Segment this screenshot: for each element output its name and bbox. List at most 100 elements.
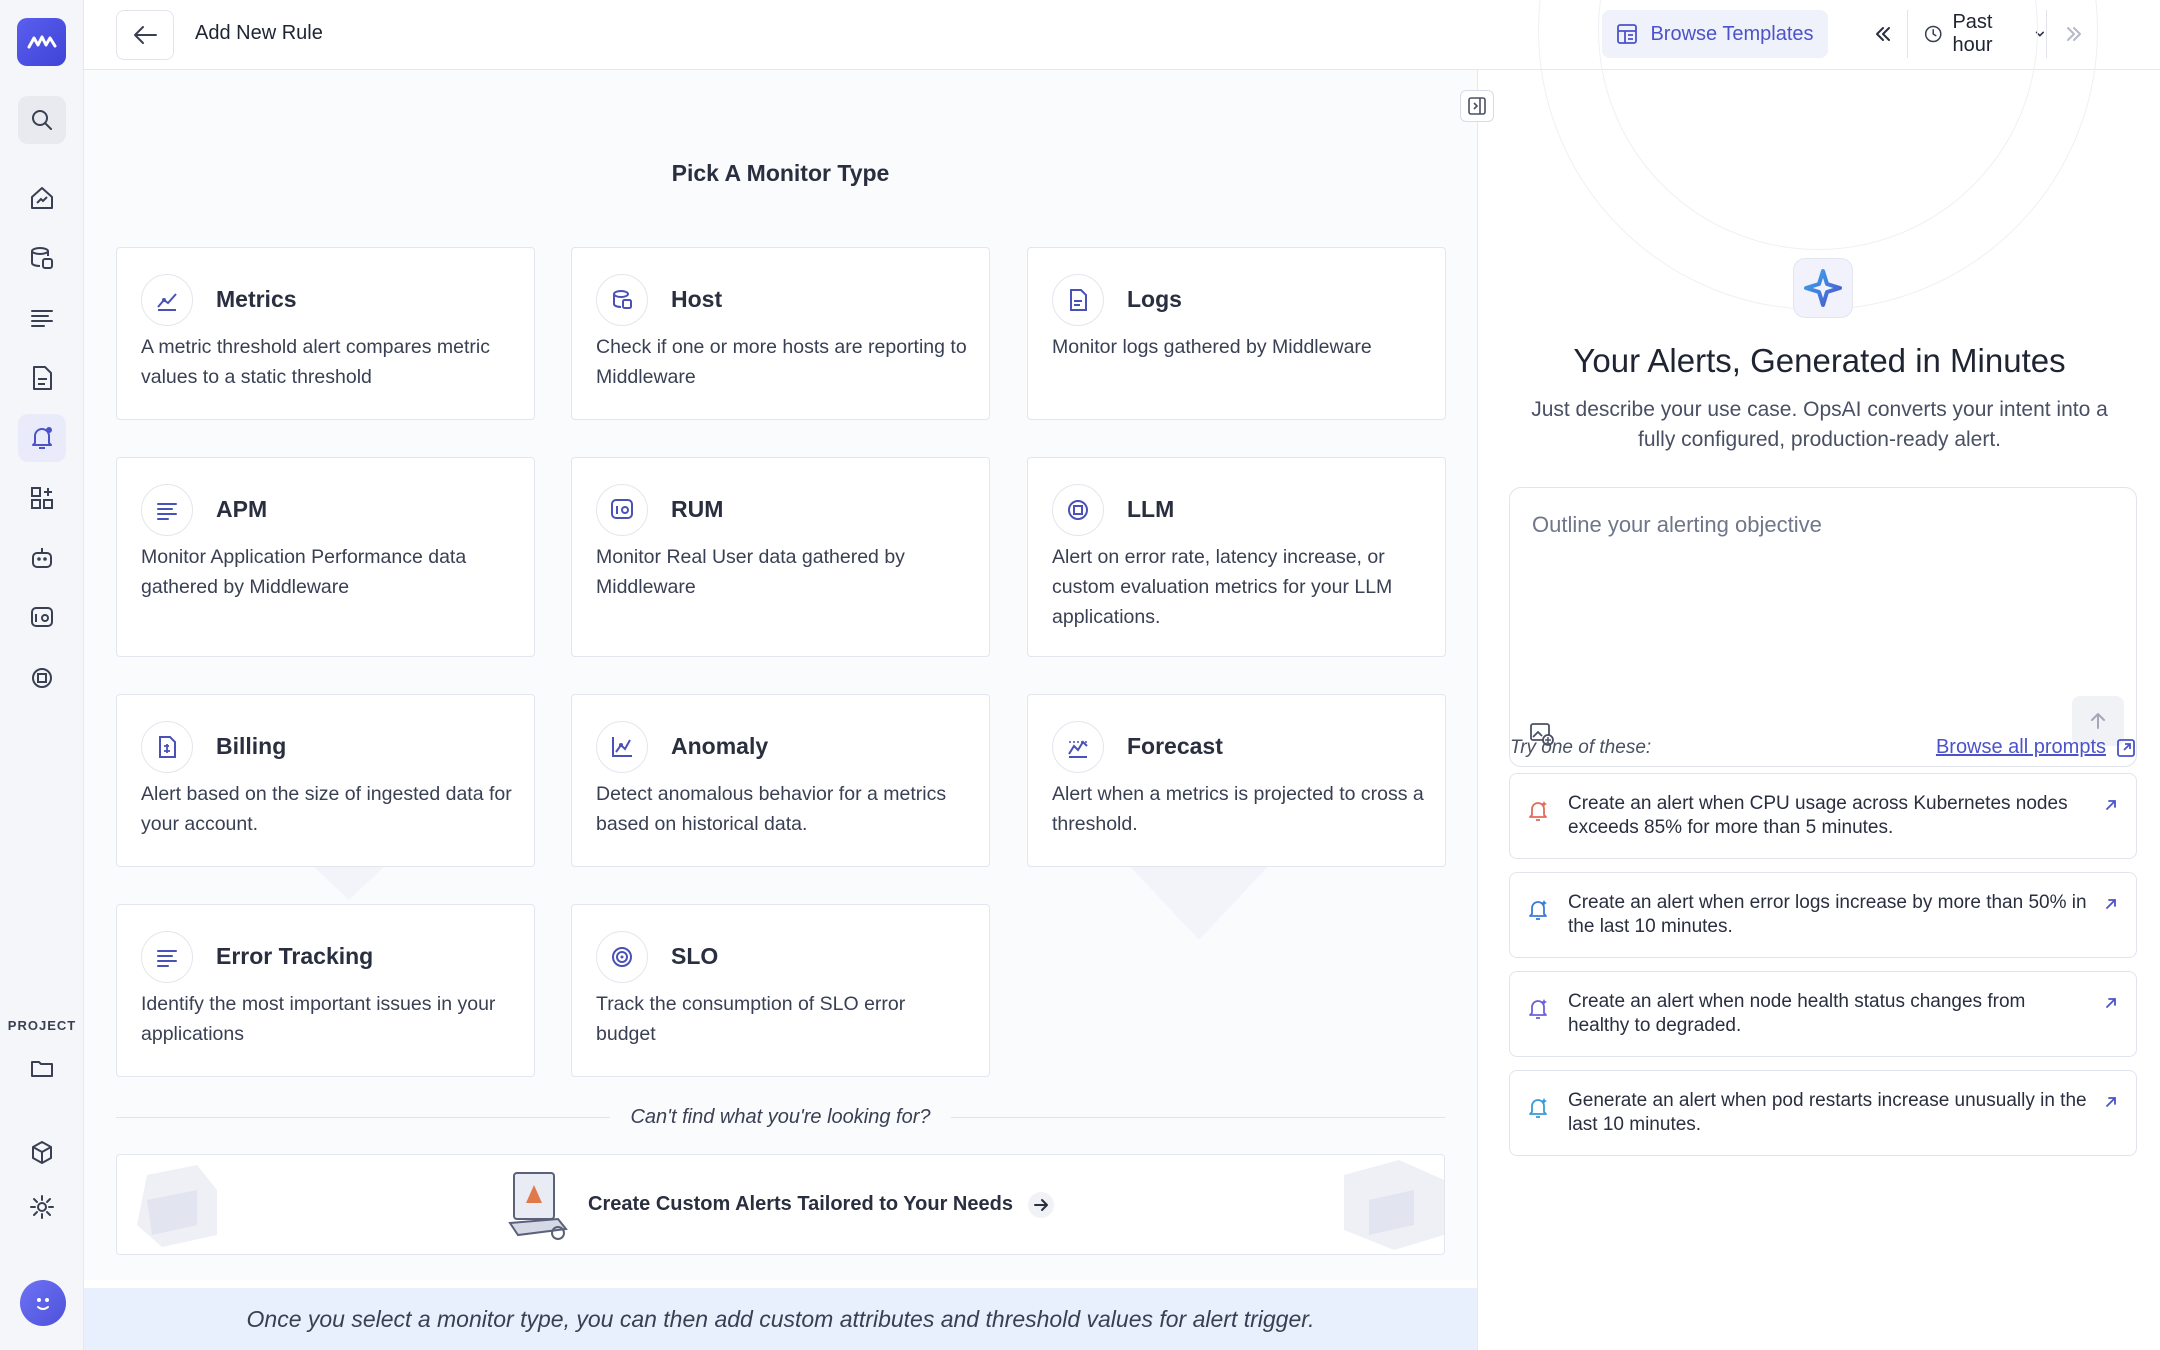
opsai-title: Your Alerts, Generated in Minutes xyxy=(1573,342,2066,379)
prompt-suggestion[interactable]: Create an alert when node health status … xyxy=(1509,971,2137,1057)
apm-icon xyxy=(141,484,193,536)
sidebar: PROJECT xyxy=(0,0,84,1350)
gear-icon xyxy=(30,1195,54,1219)
alert-bell-icon xyxy=(1529,999,1547,1019)
arrow-left-icon xyxy=(134,26,157,44)
back-button[interactable] xyxy=(116,10,174,60)
arrow-up-icon xyxy=(2091,713,2105,729)
monitor-card-title: Metrics xyxy=(216,286,297,312)
divider-line xyxy=(950,1116,1445,1118)
monitor-card-title: Anomaly xyxy=(671,733,769,759)
prompt-suggestion[interactable]: Generate an alert when pod restarts incr… xyxy=(1509,1070,2137,1156)
logs-icon xyxy=(1070,289,1087,311)
monitor-card-billing[interactable]: Billing Alert based on the size of ingest… xyxy=(116,694,535,867)
list-icon xyxy=(31,310,53,327)
monitor-card-description: Detect anomalous behavior for a metrics … xyxy=(596,783,947,835)
monitor-type-heading: Pick A Monitor Type xyxy=(671,160,890,186)
grid-plus-icon xyxy=(31,487,53,509)
opsai-panel: Your Alerts, Generated in Minutes Just d… xyxy=(1477,0,2160,1350)
panel-collapse-icon xyxy=(1468,97,1486,115)
face-icon xyxy=(37,1298,49,1310)
llm-icon xyxy=(1052,484,1104,536)
user-avatar[interactable] xyxy=(20,1280,66,1326)
browse-all-prompts-link[interactable]: Browse all prompts xyxy=(1936,736,2136,759)
anomaly-icon xyxy=(612,737,632,757)
monitor-card-description: Alert when a metrics is projected to cro… xyxy=(1052,783,1424,835)
prompt-suggestion-text: Create an alert when node health status … xyxy=(1568,991,2026,1036)
sidebar-item-rum[interactable] xyxy=(18,594,66,642)
file-icon xyxy=(33,366,52,390)
monitor-card-description: A metric threshold alert compares metric… xyxy=(141,336,490,388)
monitor-card-description: Identify the most important issues in yo… xyxy=(141,993,496,1045)
box-icon xyxy=(32,1141,52,1164)
sidebar-item-apm[interactable] xyxy=(18,294,66,342)
collapse-panel-button[interactable] xyxy=(1460,90,1494,122)
search-button[interactable] xyxy=(18,96,66,144)
laptop-illustration-icon xyxy=(508,1171,568,1240)
monitor-card-metrics[interactable]: Metrics A metric threshold alert compares… xyxy=(116,247,535,420)
monitor-card-error-tracking[interactable]: Error Tracking Identify the most importan… xyxy=(116,904,535,1077)
background-shape xyxy=(1124,860,1274,940)
sidebar-item-integrations[interactable] xyxy=(18,474,66,522)
arrow-up-right-icon xyxy=(2106,998,2116,1008)
rum-icon xyxy=(611,499,633,519)
cant-find-text: Can't find what you're looking for? xyxy=(630,1105,931,1128)
cant-find-divider: Can't find what you're looking for? xyxy=(116,1102,1445,1132)
prompt-suggestion-text: Create an alert when CPU usage across Ku… xyxy=(1568,793,2068,838)
divider-line xyxy=(116,1116,611,1118)
prompt-suggestion[interactable]: Create an alert when error logs increase… xyxy=(1509,872,2137,958)
sidebar-item-alerts[interactable] xyxy=(18,414,66,462)
sidebar-item-installation[interactable] xyxy=(18,1129,66,1177)
monitor-card-logs[interactable]: Logs Monitor logs gathered by Middleware xyxy=(1027,247,1446,420)
alert-prompt-input[interactable]: Outline your alerting objective xyxy=(1509,487,2137,767)
monitor-card-description: Monitor Application Performance data gat… xyxy=(141,546,467,598)
forecast-icon xyxy=(1052,721,1104,773)
monitor-card-title: Forecast xyxy=(1127,733,1223,759)
logo-icon xyxy=(27,35,56,49)
custom-alerts-content: Create Custom Alerts Tailored to Your Ne… xyxy=(117,1155,1444,1254)
sidebar-item-dashboard[interactable] xyxy=(18,174,66,222)
monitor-card-slo[interactable]: SLO Track the consumption of SLO error bu… xyxy=(571,904,990,1077)
sparkle-icon xyxy=(1804,269,1842,307)
monitor-card-host[interactable]: Host Check if one or more hosts are repor… xyxy=(571,247,990,420)
monitor-card-description: Monitor Real User data gathered by Middl… xyxy=(596,546,905,598)
sidebar-item-projects[interactable] xyxy=(18,1044,66,1092)
host-icon xyxy=(596,274,648,326)
monitor-card-description: Monitor logs gathered by Middleware xyxy=(1052,336,1372,358)
metrics-icon xyxy=(141,274,193,326)
custom-alerts-banner[interactable]: Create Custom Alerts Tailored to Your Ne… xyxy=(116,1154,1445,1255)
app-logo[interactable] xyxy=(17,18,66,66)
billing-icon xyxy=(141,721,193,773)
try-label: Try one of these: xyxy=(1510,737,1652,758)
monitor-card-title: APM xyxy=(216,496,268,522)
sidebar-item-llm[interactable] xyxy=(18,654,66,702)
metrics-icon xyxy=(157,293,177,311)
prompt-suggestion[interactable]: Create an alert when CPU usage across Ku… xyxy=(1509,773,2137,859)
monitor-card-description: Alert based on the size of ingested data… xyxy=(141,783,512,835)
custom-alerts-label: Create Custom Alerts Tailored to Your Ne… xyxy=(588,1193,1013,1215)
monitor-card-title: Host xyxy=(671,286,723,312)
alert-bell-icon xyxy=(1529,801,1547,821)
monitor-card-rum[interactable]: RUM Monitor Real User data gathered by Mi… xyxy=(571,457,990,657)
monitor-card-anomaly[interactable]: Anomaly Detect anomalous behavior for a m… xyxy=(571,694,990,867)
search-icon xyxy=(32,110,52,130)
sidebar-item-ai-agent[interactable] xyxy=(18,534,66,582)
opsai-subtitle: Just describe your use case. OpsAI conve… xyxy=(1531,398,2108,451)
sidebar-item-settings[interactable] xyxy=(18,1183,66,1231)
opsai-badge xyxy=(1793,258,1853,318)
arrow-up-right-icon xyxy=(2106,899,2116,909)
chip-icon xyxy=(32,668,52,688)
forecast-icon xyxy=(1068,740,1088,758)
sidebar-item-infrastructure[interactable] xyxy=(18,234,66,282)
logs-icon xyxy=(1052,274,1104,326)
monitor-card-apm[interactable]: APM Monitor Application Performance data … xyxy=(116,457,535,657)
prompt-suggestion-text: Create an alert when error logs increase… xyxy=(1568,892,2087,937)
prompt-placeholder: Outline your alerting objective xyxy=(1532,512,1822,537)
rum-icon xyxy=(596,484,648,536)
prompt-suggestion-text: Generate an alert when pod restarts incr… xyxy=(1568,1090,2087,1135)
monitor-card-title: Billing xyxy=(216,733,287,759)
error-tracking-icon xyxy=(157,950,177,967)
sidebar-item-logs[interactable] xyxy=(18,354,66,402)
monitor-card-llm[interactable]: LLM Alert on error rate, latency increase… xyxy=(1027,457,1446,657)
monitor-card-forecast[interactable]: Forecast Alert when a metrics is projecte… xyxy=(1027,694,1446,867)
